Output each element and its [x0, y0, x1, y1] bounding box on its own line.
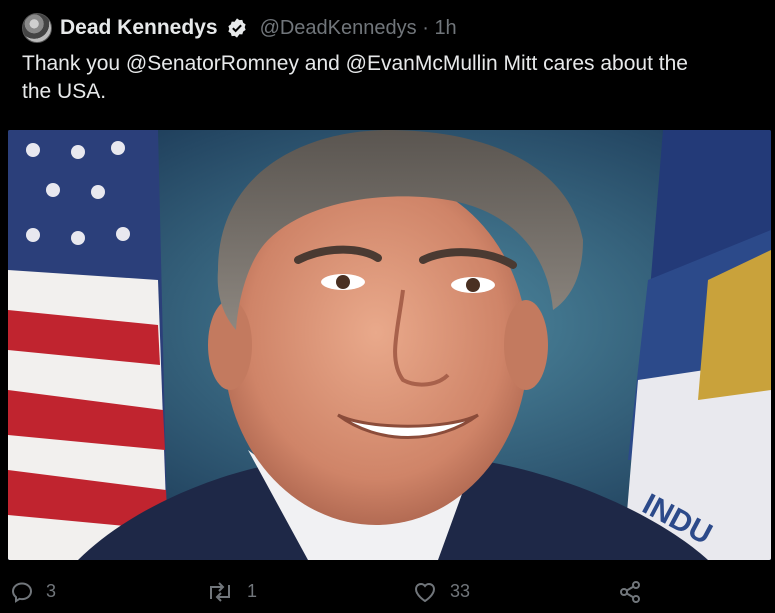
tweet-text-line: the USA. — [22, 80, 107, 103]
verified-badge-icon — [227, 18, 246, 38]
portrait-image: INDU — [8, 130, 771, 560]
avatar[interactable] — [22, 13, 52, 43]
tweet-text-line: Thank you @SenatorRomney and @EvanMcMull… — [22, 52, 688, 75]
tweet-actions: 3 1 33 — [0, 570, 775, 613]
like-count: 33 — [450, 581, 471, 601]
us-flag — [8, 130, 168, 560]
retweet-button[interactable]: 1 — [205, 580, 257, 604]
display-name[interactable]: Dead Kennedys — [60, 16, 218, 40]
tweet-header: Dead Kennedys @DeadKennedys · 1h — [22, 12, 457, 44]
reply-count: 3 — [46, 581, 57, 601]
like-button[interactable]: 33 — [412, 580, 470, 604]
retweet-count: 1 — [247, 581, 258, 601]
tweet-text: Thank you @SenatorRomney and @EvanMcMull… — [22, 50, 757, 106]
handle[interactable]: @DeadKennedys · 1h — [260, 17, 457, 40]
timestamp[interactable]: 1h — [434, 17, 456, 39]
reply-button[interactable]: 3 — [10, 580, 56, 604]
like-icon — [414, 582, 436, 602]
tweet-photo[interactable]: INDU — [8, 130, 771, 560]
share-button[interactable] — [618, 580, 642, 604]
reply-icon — [11, 581, 33, 603]
separator: · — [422, 16, 429, 39]
retweet-icon — [210, 581, 230, 602]
share-icon — [620, 580, 640, 603]
